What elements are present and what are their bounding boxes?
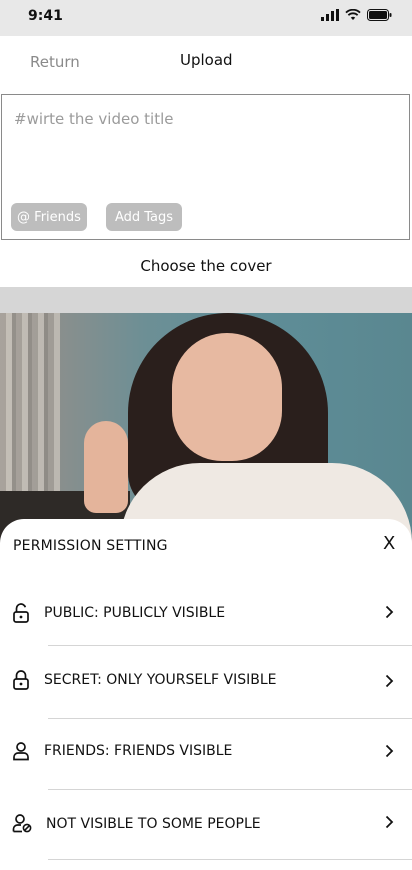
lock-icon (13, 670, 29, 690)
permission-item-label: SECRET: ONLY YOURSELF VISIBLE (44, 672, 277, 688)
status-icons (321, 9, 392, 21)
status-time: 9:41 (28, 8, 63, 24)
divider (48, 789, 412, 790)
video-title-placeholder: #wirte the video title (14, 110, 174, 128)
chevron-right-icon (385, 605, 394, 619)
chevron-right-icon (385, 744, 394, 758)
chevron-right-icon (385, 674, 394, 688)
wifi-icon (345, 9, 361, 20)
permission-item-label: NOT VISIBLE TO SOME PEOPLE (46, 816, 261, 832)
return-button[interactable]: Return (30, 53, 80, 71)
cover-divider-strip (0, 287, 412, 313)
unlock-icon (13, 603, 29, 623)
user-icon (13, 742, 29, 761)
permission-item-public[interactable]: PUBLIC: PUBLICLY VISIBLE (0, 585, 412, 641)
chevron-right-icon (385, 815, 394, 829)
video-title-input[interactable]: #wirte the video title @ Friends Add Tag… (1, 94, 410, 240)
choose-cover-button[interactable]: Choose the cover (0, 257, 412, 275)
divider (48, 859, 412, 860)
cover-image[interactable] (0, 313, 412, 543)
permission-item-secret[interactable]: SECRET: ONLY YOURSELF VISIBLE (0, 652, 412, 708)
permission-item-friends[interactable]: FRIENDS: FRIENDS VISIBLE (0, 723, 412, 779)
signal-icon (321, 9, 339, 21)
permission-item-restricted[interactable]: NOT VISIBLE TO SOME PEOPLE (0, 795, 412, 851)
permission-item-label: FRIENDS: FRIENDS VISIBLE (44, 743, 233, 759)
face-shape (172, 333, 282, 461)
permission-item-label: PUBLIC: PUBLICLY VISIBLE (44, 605, 226, 621)
mention-friends-button[interactable]: @ Friends (11, 203, 87, 231)
divider (48, 645, 412, 646)
page-title: Upload (180, 51, 233, 69)
permission-title: PERMISSION SETTING (13, 538, 168, 554)
battery-icon (367, 9, 392, 21)
user-blocked-icon (12, 814, 32, 833)
permission-sheet: PERMISSION SETTING X PUBLIC: PUBLICLY VI… (0, 519, 412, 870)
hand-shape (84, 421, 128, 513)
close-button[interactable]: X (383, 535, 395, 553)
add-tags-button[interactable]: Add Tags (106, 203, 182, 231)
status-bar: 9:41 (0, 0, 412, 36)
divider (48, 718, 412, 719)
